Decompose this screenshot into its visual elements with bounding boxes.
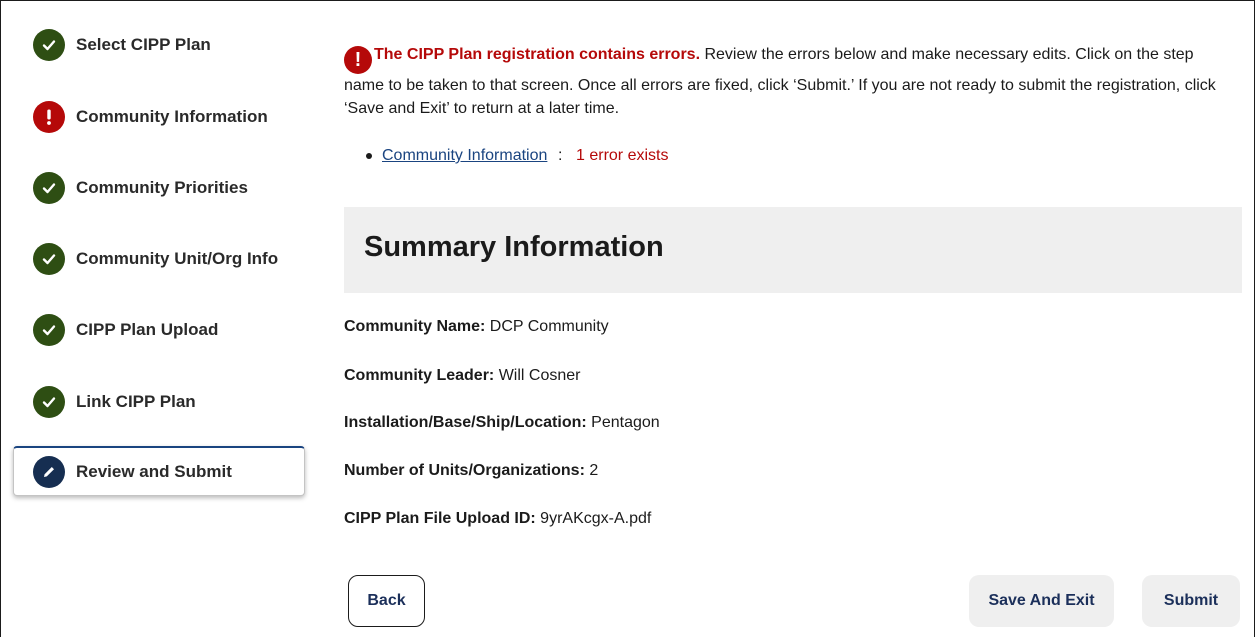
step-label: Link CIPP Plan <box>76 392 196 411</box>
field-value: 9yrAKcgx-A.pdf <box>535 510 652 527</box>
alert-heading: The CIPP Plan registration contains erro… <box>374 46 701 63</box>
check-icon <box>33 243 65 275</box>
error-alert: ! The CIPP Plan registration contains err… <box>344 43 1236 120</box>
field-value: 2 <box>584 462 599 479</box>
check-icon <box>33 29 65 61</box>
step-review-and-submit[interactable]: Review and Submit <box>13 446 305 496</box>
field-label: CIPP Plan File Upload ID: <box>344 510 536 527</box>
step-link-cipp-plan[interactable]: Link CIPP Plan <box>13 377 305 427</box>
field-label: Community Name: <box>344 318 486 335</box>
save-and-exit-button[interactable]: Save And Exit <box>969 575 1114 627</box>
submit-button[interactable]: Submit <box>1142 575 1240 627</box>
field-label: Number of Units/Organizations: <box>344 462 585 479</box>
step-cipp-plan-upload[interactable]: CIPP Plan Upload <box>13 305 305 355</box>
step-label: Select CIPP Plan <box>76 35 211 54</box>
exclamation-icon <box>33 101 65 133</box>
field-file-upload-id: CIPP Plan File Upload ID: 9yrAKcgx-A.pdf <box>344 510 651 528</box>
field-number-of-units: Number of Units/Organizations: 2 <box>344 462 598 480</box>
summary-header: Summary Information <box>344 207 1242 293</box>
check-icon <box>33 386 65 418</box>
bullet-icon <box>366 153 372 159</box>
field-installation-location: Installation/Base/Ship/Location: Pentago… <box>344 414 660 432</box>
field-value: Will Cosner <box>494 367 581 384</box>
check-icon <box>33 172 65 204</box>
step-label: Review and Submit <box>76 461 232 481</box>
step-community-information[interactable]: Community Information <box>13 92 305 142</box>
back-button[interactable]: Back <box>348 575 425 627</box>
step-label: CIPP Plan Upload <box>76 320 219 339</box>
step-community-priorities[interactable]: Community Priorities <box>13 163 305 213</box>
step-label: Community Unit/Org Info <box>76 249 279 268</box>
summary-title: Summary Information <box>364 231 664 263</box>
error-message: 1 error exists <box>576 147 669 164</box>
step-community-unit-org-info[interactable]: Community Unit/Org Info <box>13 234 305 284</box>
error-separator: : <box>558 147 563 164</box>
field-community-leader: Community Leader: Will Cosner <box>344 367 580 385</box>
field-community-name: Community Name: DCP Community <box>344 318 609 336</box>
error-icon: ! <box>344 46 372 74</box>
check-icon <box>33 314 65 346</box>
field-value: Pentagon <box>586 414 660 431</box>
step-label: Community Information <box>76 107 268 126</box>
field-label: Community Leader: <box>344 367 495 384</box>
pencil-icon <box>33 455 65 488</box>
field-label: Installation/Base/Ship/Location: <box>344 414 587 431</box>
step-select-cipp-plan[interactable]: Select CIPP Plan <box>13 20 305 70</box>
field-value: DCP Community <box>485 318 609 335</box>
error-link-community-information[interactable]: Community Information <box>382 145 547 167</box>
step-label: Community Priorities <box>76 178 248 197</box>
